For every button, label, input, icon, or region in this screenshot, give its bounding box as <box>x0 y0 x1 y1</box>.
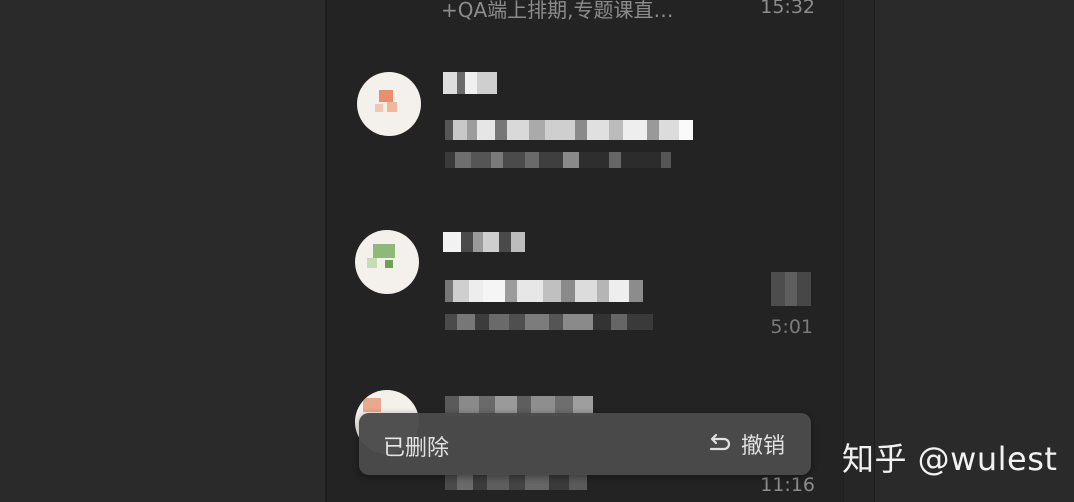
conversation-time: 5:01 <box>770 316 813 338</box>
undo-icon <box>707 431 733 457</box>
group-name-redacted <box>443 232 525 252</box>
phone-frame-right <box>843 0 875 502</box>
toast-message: 已删除 <box>383 436 450 461</box>
message-preview-redacted <box>445 120 693 140</box>
conversation-preview: +QA端上排期,专题课直… <box>441 0 674 22</box>
conversation-row[interactable]: +QA端上排期,专题课直… 15:32 <box>327 0 843 40</box>
conversation-time: 15:32 <box>760 0 815 18</box>
conversation-row[interactable]: 5:01 <box>327 222 843 372</box>
contact-name-redacted <box>443 72 497 94</box>
message-preview-redacted <box>445 152 671 168</box>
group-avatar-icon <box>355 230 419 294</box>
conversation-time: 11:16 <box>760 474 815 496</box>
time-redacted <box>771 272 811 306</box>
message-preview-redacted <box>445 314 653 330</box>
watermark-text: 知乎 @wulest <box>842 440 1058 478</box>
conversation-row[interactable] <box>327 60 843 200</box>
undo-button[interactable]: 撤销 <box>707 428 785 460</box>
message-preview-redacted <box>445 280 643 302</box>
contact-avatar-icon <box>357 72 421 136</box>
screen: +QA端上排期,专题课直… 15:32 5:01 11:16 已删除 撤销 知乎… <box>0 0 1074 502</box>
message-preview-redacted <box>445 474 587 490</box>
undo-label: 撤销 <box>740 434 785 459</box>
deleted-toast: 已删除 撤销 <box>359 413 811 475</box>
